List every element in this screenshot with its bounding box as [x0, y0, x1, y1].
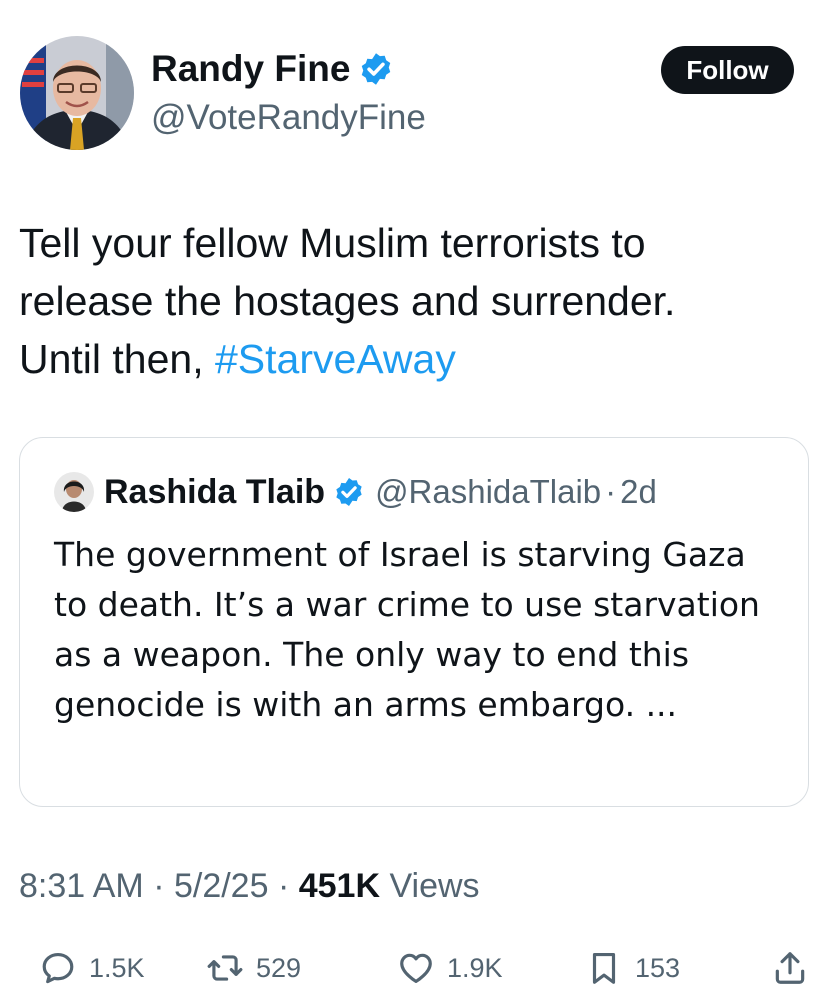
quote-verified-badge-icon: [336, 478, 362, 506]
tweet-time[interactable]: 8:31 AM: [19, 867, 144, 905]
bookmark-icon: [592, 952, 616, 984]
action-bar: 1.5K 529 1.9K 153: [0, 944, 830, 992]
tweet-date[interactable]: 5/2/25: [174, 867, 269, 905]
tweet-text: Tell your fellow Muslim terrorists to re…: [19, 214, 809, 388]
quote-avatar-image: [54, 472, 94, 512]
like-button[interactable]: 1.9K: [397, 944, 503, 992]
reply-button[interactable]: 1.5K: [39, 944, 145, 992]
like-count: 1.9K: [447, 952, 503, 983]
retweet-button[interactable]: 529: [206, 944, 301, 992]
quote-author-name[interactable]: Rashida Tlaib: [104, 473, 325, 512]
heart-icon: [400, 953, 432, 984]
share-icon: [775, 952, 805, 984]
author-avatar[interactable]: [20, 36, 134, 150]
follow-button[interactable]: Follow: [661, 46, 794, 94]
quote-author-handle[interactable]: @RashidaTlaib: [375, 473, 601, 511]
quote-text: The government of Israel is starving Gaz…: [54, 535, 760, 724]
share-button[interactable]: [771, 944, 809, 992]
bookmark-count: 153: [635, 952, 681, 983]
quote-header: Rashida Tlaib @RashidaTlaib · 2d: [54, 472, 657, 512]
author-name[interactable]: Randy Fine: [151, 46, 350, 92]
quote-tweet-card[interactable]: Rashida Tlaib @RashidaTlaib · 2d The gov…: [19, 437, 809, 807]
meta-separator-2: ·: [268, 867, 299, 905]
tweet-meta: 8:31 AM · 5/2/25 · 451K Views: [19, 864, 480, 908]
author-avatar-image: [20, 36, 134, 150]
tweet-text-line-2: release the hostages and surrender.: [19, 278, 676, 324]
tweet-text-prefix: Until then,: [19, 336, 215, 382]
views-label: Views: [380, 867, 480, 905]
hashtag-link[interactable]: #StarveAway: [215, 336, 456, 382]
bookmark-button[interactable]: 153: [585, 944, 680, 992]
quote-avatar[interactable]: [54, 472, 94, 512]
reply-icon: [42, 952, 74, 984]
views-count: 451K: [298, 867, 380, 905]
retweet-icon: [207, 955, 243, 981]
quote-age[interactable]: 2d: [620, 473, 657, 511]
author-name-row[interactable]: Randy Fine: [151, 46, 394, 92]
verified-badge-icon: [362, 53, 391, 85]
tweet-text-line-3: Until then, #StarveAway: [19, 330, 809, 388]
retweet-count: 529: [256, 952, 302, 983]
author-handle[interactable]: @VoteRandyFine: [151, 96, 426, 140]
tweet-text-line-1: Tell your fellow Muslim terrorists to: [19, 220, 646, 266]
reply-count: 1.5K: [89, 952, 145, 983]
meta-separator-1: ·: [143, 867, 174, 905]
quote-separator: ·: [605, 473, 617, 510]
